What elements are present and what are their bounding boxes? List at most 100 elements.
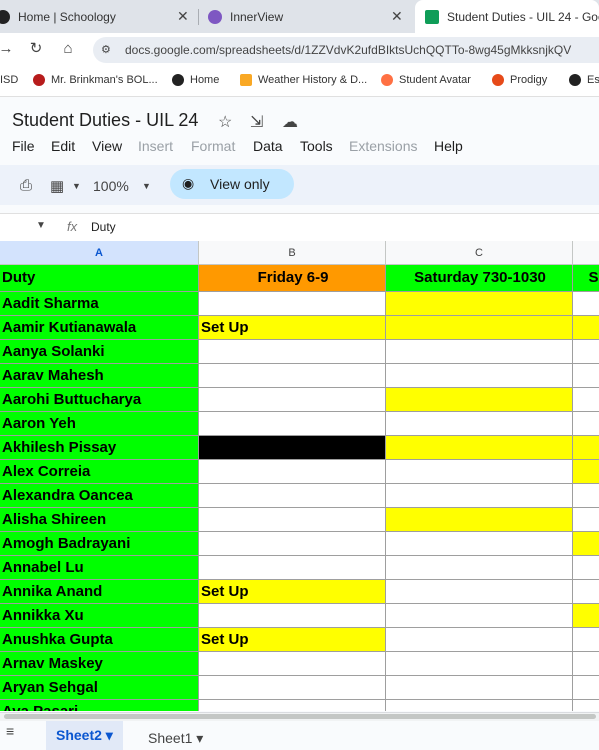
browser-tab-sheets[interactable]: Student Duties - UIL 24 - Google Sheets xyxy=(415,0,599,33)
next-duty-cell[interactable] xyxy=(573,460,599,484)
next-duty-cell[interactable] xyxy=(573,340,599,364)
friday-duty-cell[interactable] xyxy=(199,412,386,436)
friday-duty-cell[interactable] xyxy=(199,700,386,711)
site-info-icon[interactable]: ⚙ xyxy=(101,43,111,56)
column-header-b[interactable]: B xyxy=(199,241,386,265)
column-header-c[interactable]: C xyxy=(386,241,573,265)
next-duty-cell[interactable] xyxy=(573,604,599,628)
bookmark-es[interactable]: Es xyxy=(569,74,599,86)
column-header-a[interactable]: A xyxy=(0,241,199,265)
next-duty-cell[interactable] xyxy=(573,556,599,580)
move-icon[interactable]: ⇲ xyxy=(250,112,263,132)
saturday-duty-cell[interactable] xyxy=(386,460,573,484)
chevron-down-icon[interactable]: ▼ xyxy=(72,181,81,191)
friday-duty-cell[interactable]: Set Up xyxy=(199,628,386,652)
formula-value[interactable]: Duty xyxy=(91,220,116,234)
bookmark-prodigy[interactable]: Prodigy xyxy=(492,74,547,86)
saturday-duty-cell[interactable] xyxy=(386,436,573,460)
friday-duty-cell[interactable] xyxy=(199,340,386,364)
next-duty-cell[interactable] xyxy=(573,676,599,700)
saturday-duty-cell[interactable] xyxy=(386,316,573,340)
student-name-cell[interactable]: Alex Correia xyxy=(0,460,199,484)
friday-duty-cell[interactable] xyxy=(199,388,386,412)
menu-file[interactable]: File xyxy=(12,138,35,154)
saturday-duty-cell[interactable] xyxy=(386,532,573,556)
browser-tab-schoology[interactable]: Home | Schoology ✕ xyxy=(0,0,196,33)
menu-tools[interactable]: Tools xyxy=(300,138,333,154)
saturday-duty-cell[interactable] xyxy=(386,628,573,652)
saturday-duty-cell[interactable] xyxy=(386,484,573,508)
saturday-duty-cell[interactable] xyxy=(386,556,573,580)
print-icon[interactable]: ⎙ xyxy=(20,177,32,194)
student-name-cell[interactable]: Aarav Mahesh xyxy=(0,364,199,388)
saturday-duty-cell[interactable] xyxy=(386,580,573,604)
next-duty-cell[interactable] xyxy=(573,580,599,604)
student-name-cell[interactable]: Aamir Kutianawala xyxy=(0,316,199,340)
next-duty-cell[interactable] xyxy=(573,436,599,460)
menu-view[interactable]: View xyxy=(92,138,122,154)
chevron-down-icon[interactable]: ▼ xyxy=(36,220,46,231)
forward-icon[interactable]: → xyxy=(0,39,16,59)
student-name-cell[interactable]: Aanya Solanki xyxy=(0,340,199,364)
friday-duty-cell[interactable] xyxy=(199,292,386,316)
friday-duty-cell[interactable] xyxy=(199,652,386,676)
filter-views-icon[interactable]: ▦ xyxy=(50,177,64,195)
browser-tab-innerview[interactable]: InnerView ✕ xyxy=(208,0,414,33)
next-duty-cell[interactable] xyxy=(573,316,599,340)
spreadsheet-grid[interactable]: A B C Duty Friday 6-9 Saturday 730-1030 S Aa… xyxy=(0,241,599,711)
saturday-duty-cell[interactable] xyxy=(386,292,573,316)
scrollbar-thumb[interactable] xyxy=(4,714,596,719)
next-duty-cell[interactable] xyxy=(573,652,599,676)
saturday-duty-cell[interactable] xyxy=(386,340,573,364)
header-cell-friday[interactable]: Friday 6-9 xyxy=(199,265,386,292)
next-duty-cell[interactable] xyxy=(573,700,599,711)
friday-duty-cell[interactable] xyxy=(199,532,386,556)
close-icon[interactable]: ✕ xyxy=(177,8,189,25)
sheet-tab-sheet1[interactable]: Sheet1 ▾ xyxy=(148,730,203,747)
student-name-cell[interactable]: Ava Pasari xyxy=(0,700,199,711)
friday-duty-cell[interactable] xyxy=(199,364,386,388)
friday-duty-cell[interactable]: Set Up xyxy=(199,580,386,604)
horizontal-scrollbar[interactable] xyxy=(0,712,599,721)
saturday-duty-cell[interactable] xyxy=(386,508,573,532)
close-icon[interactable]: ✕ xyxy=(391,8,403,25)
student-name-cell[interactable]: Arnav Maskey xyxy=(0,652,199,676)
sheet-tab-sheet2[interactable]: Sheet2 ▾ xyxy=(46,721,123,750)
friday-duty-cell[interactable] xyxy=(199,556,386,580)
saturday-duty-cell[interactable] xyxy=(386,604,573,628)
friday-duty-cell[interactable] xyxy=(199,676,386,700)
next-duty-cell[interactable] xyxy=(573,508,599,532)
chevron-down-icon[interactable]: ▼ xyxy=(142,181,151,191)
header-cell-next[interactable]: S xyxy=(573,265,599,292)
saturday-duty-cell[interactable] xyxy=(386,652,573,676)
all-sheets-icon[interactable]: ≡ xyxy=(6,723,14,739)
next-duty-cell[interactable] xyxy=(573,292,599,316)
student-name-cell[interactable]: Annika Anand xyxy=(0,580,199,604)
saturday-duty-cell[interactable] xyxy=(386,700,573,711)
friday-duty-cell[interactable] xyxy=(199,484,386,508)
bookmark-brinkman[interactable]: Mr. Brinkman's BOL... xyxy=(33,74,158,86)
student-name-cell[interactable]: Aadit Sharma xyxy=(0,292,199,316)
friday-duty-cell[interactable]: Set Up xyxy=(199,316,386,340)
next-duty-cell[interactable] xyxy=(573,388,599,412)
friday-duty-cell[interactable] xyxy=(199,604,386,628)
reload-icon[interactable]: ↻ xyxy=(26,39,46,59)
next-duty-cell[interactable] xyxy=(573,364,599,388)
home-icon[interactable]: ⌂ xyxy=(58,39,78,59)
friday-duty-cell[interactable] xyxy=(199,508,386,532)
bookmark-student-avatar[interactable]: Student Avatar xyxy=(381,74,471,86)
student-name-cell[interactable]: Alexandra Oancea xyxy=(0,484,199,508)
next-duty-cell[interactable] xyxy=(573,412,599,436)
student-name-cell[interactable]: Amogh Badrayani xyxy=(0,532,199,556)
student-name-cell[interactable]: Aaron Yeh xyxy=(0,412,199,436)
view-only-button[interactable]: ◉ View only xyxy=(170,169,294,199)
document-title[interactable]: Student Duties - UIL 24 xyxy=(12,110,198,131)
student-name-cell[interactable]: Anushka Gupta xyxy=(0,628,199,652)
header-cell-saturday[interactable]: Saturday 730-1030 xyxy=(386,265,573,292)
friday-duty-cell[interactable] xyxy=(199,460,386,484)
student-name-cell[interactable]: Akhilesh Pissay xyxy=(0,436,199,460)
column-header-d[interactable] xyxy=(573,241,599,265)
zoom-select[interactable]: 100% xyxy=(93,178,129,194)
menu-help[interactable]: Help xyxy=(434,138,463,154)
menu-data[interactable]: Data xyxy=(253,138,283,154)
